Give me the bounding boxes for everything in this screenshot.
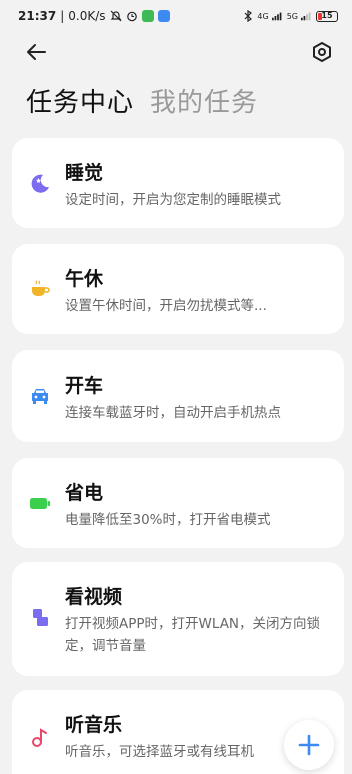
hexagon-settings-icon [313, 42, 331, 62]
settings-button[interactable] [308, 38, 336, 66]
network-label-a: 4G [257, 11, 269, 21]
mute-bell-icon [110, 10, 122, 22]
plus-icon [298, 734, 320, 756]
alarm-icon [126, 10, 138, 22]
signal-icon [301, 10, 313, 22]
status-bar: 21:37 | 0.0K/s 4G 5G 15 [0, 0, 352, 32]
car-icon [28, 384, 52, 408]
music-icon [28, 726, 52, 750]
task-title: 听音乐 [65, 714, 123, 736]
task-title: 睡觉 [65, 162, 104, 184]
task-description: 设定时间，开启为您定制的睡眠模式 [65, 192, 281, 208]
network-label-b: 5G [286, 11, 298, 21]
battery-level: 15 [321, 10, 333, 20]
arrow-left-icon [27, 44, 46, 60]
task-card-power-saving[interactable]: 省电 电量降低至30%时，打开省电模式 [12, 458, 344, 548]
coffee-icon [28, 277, 52, 301]
task-center-screen: 21:37 | 0.0K/s 4G 5G 15 任务中心 我的任务 睡觉 设定时… [0, 0, 352, 774]
task-description: 电量降低至30%时，打开省电模式 [65, 512, 271, 528]
bluetooth-icon [242, 10, 254, 22]
task-card-video[interactable]: 看视频 打开视频APP时，打开WLAN，关闭方向锁定，调节音量 [12, 562, 344, 676]
tab-my-tasks[interactable]: 我的任务 [150, 82, 258, 119]
status-speed: 0.0K/s [68, 9, 106, 23]
app-blue-icon [157, 10, 170, 22]
signal-icon [271, 10, 284, 22]
task-card-sleep[interactable]: 睡觉 设定时间，开启为您定制的睡眠模式 [12, 138, 344, 228]
task-title: 开车 [65, 375, 104, 397]
task-card-nap[interactable]: 午休 设置午休时间，开启勿扰模式等... [12, 244, 344, 334]
tab-bar: 任务中心 我的任务 [26, 82, 258, 119]
tab-task-center[interactable]: 任务中心 [26, 82, 134, 119]
toolbar [0, 34, 352, 70]
add-task-button[interactable] [284, 720, 334, 770]
task-description: 打开视频APP时，打开WLAN，关闭方向锁定，调节音量 [65, 616, 321, 654]
task-title: 看视频 [65, 586, 123, 608]
status-time: 21:37 [18, 9, 57, 23]
video-icon [28, 606, 52, 630]
battery-icon [28, 491, 52, 515]
task-description: 设置午休时间，开启勿扰模式等... [65, 298, 267, 314]
back-button[interactable] [22, 38, 50, 66]
task-card-driving[interactable]: 开车 连接车载蓝牙时，自动开启手机热点 [12, 350, 344, 442]
task-description: 连接车载蓝牙时，自动开启手机热点 [65, 405, 281, 421]
task-title: 午休 [65, 268, 104, 290]
app-green-icon [141, 10, 154, 22]
task-title: 省电 [65, 482, 104, 504]
battery-indicator: 15 [316, 10, 338, 22]
moon-icon [28, 171, 52, 195]
